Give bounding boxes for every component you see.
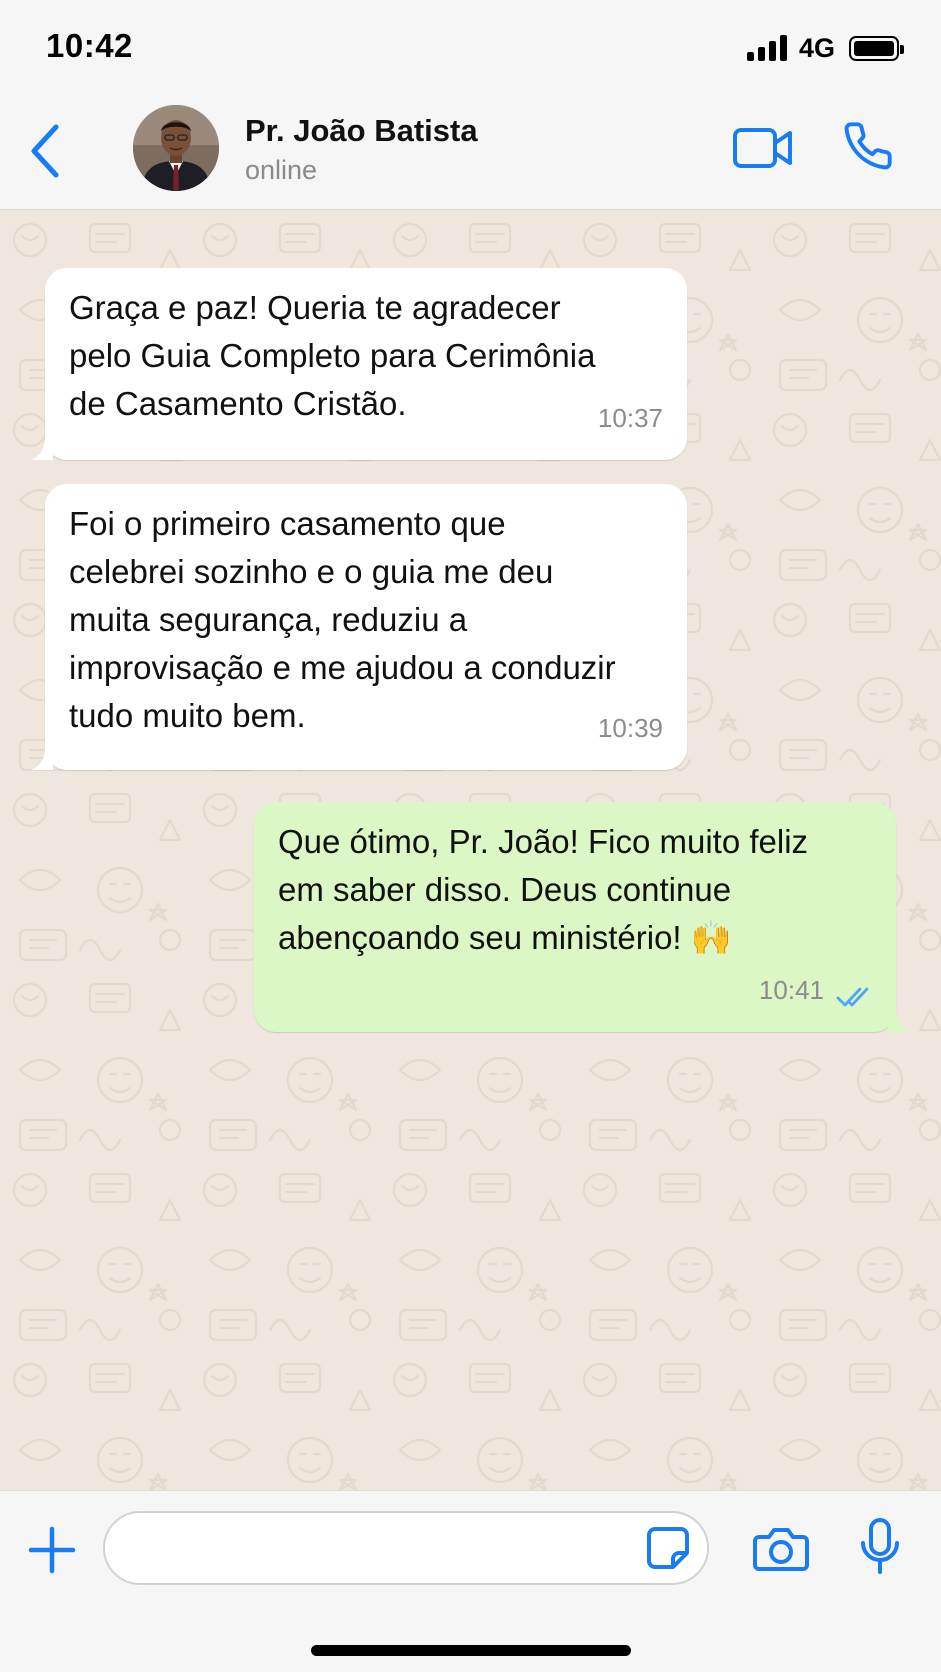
- phone-icon: [844, 122, 892, 170]
- status-bar: 10:42 4G: [0, 0, 941, 95]
- camera-button[interactable]: [753, 1525, 809, 1573]
- message-time: 10:41: [758, 975, 824, 1005]
- message-input[interactable]: [103, 1511, 709, 1585]
- message-text: Foi o primeiro casamento que celebrei so…: [69, 505, 616, 734]
- network-type: 4G: [798, 32, 835, 63]
- chat-area[interactable]: Graça e paz! Queria te agradecer pelo Gu…: [0, 210, 941, 1490]
- camera-icon: [753, 1528, 809, 1571]
- battery-icon: [849, 35, 904, 61]
- contact-status: online: [245, 155, 318, 185]
- message-text: Graça e paz! Queria te agradecer pelo Gu…: [69, 289, 596, 422]
- sticker-button[interactable]: [645, 1525, 691, 1571]
- chat-header: Pr. João Batista online: [0, 95, 941, 210]
- message-time: 10:37: [597, 403, 663, 433]
- plus-icon: [28, 1526, 76, 1574]
- home-indicator[interactable]: [311, 1645, 631, 1656]
- outgoing-message[interactable]: Que ótimo, Pr. João! Fico muito feliz em…: [254, 802, 910, 1032]
- signal-bars-icon: [746, 35, 787, 61]
- back-button[interactable]: [26, 121, 66, 181]
- status-indicators: 4G: [746, 30, 904, 66]
- video-camera-icon: [733, 128, 792, 168]
- voice-call-button[interactable]: [842, 119, 894, 173]
- bubble-tail: [31, 748, 53, 770]
- bubble-tail: [31, 438, 53, 460]
- message-time: 10:39: [597, 713, 663, 743]
- microphone-icon: [861, 1518, 899, 1574]
- status-time: 10:42: [46, 27, 133, 64]
- incoming-message[interactable]: Foi o primeiro casamento que celebrei so…: [31, 484, 687, 770]
- sticker-icon: [647, 1527, 689, 1569]
- voice-message-button[interactable]: [858, 1517, 902, 1577]
- avatar-photo: [133, 105, 219, 191]
- message-text: Que ótimo, Pr. João! Fico muito feliz em…: [278, 823, 809, 956]
- contact-name[interactable]: Pr. João Batista: [245, 113, 478, 149]
- input-bar: [0, 1490, 941, 1672]
- double-check-icon: [836, 987, 869, 1007]
- avatar[interactable]: [133, 105, 219, 191]
- bubble-tail: [888, 1010, 910, 1032]
- incoming-message[interactable]: Graça e paz! Queria te agradecer pelo Gu…: [31, 268, 687, 460]
- video-call-button[interactable]: [732, 123, 794, 173]
- attach-button[interactable]: [27, 1525, 77, 1575]
- chevron-left-icon: [31, 124, 59, 178]
